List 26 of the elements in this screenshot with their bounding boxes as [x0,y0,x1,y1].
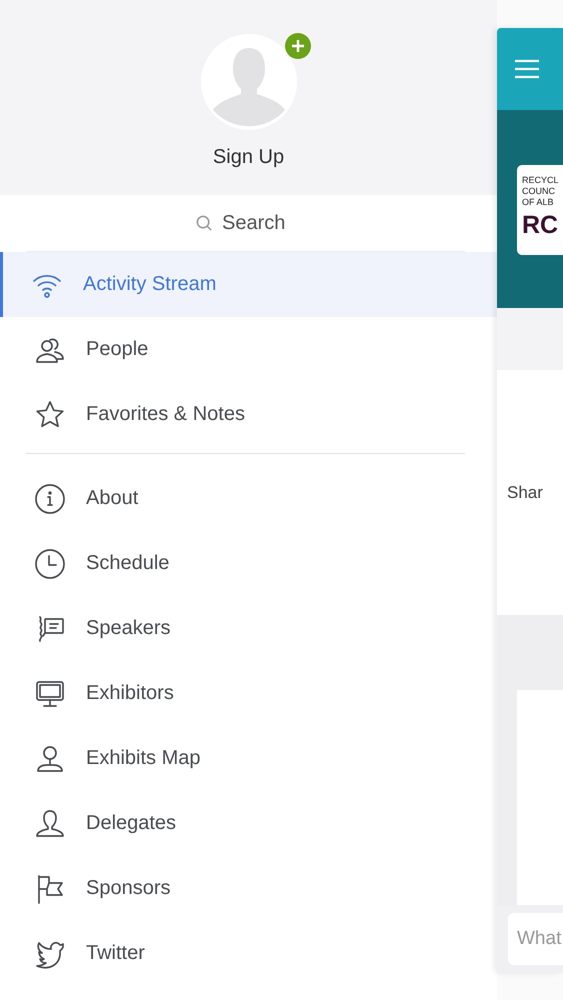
info-icon [34,482,66,514]
search-icon [195,214,214,232]
menu-item[interactable]: Delegates [0,791,497,856]
menu-item[interactable]: Favorites & Notes [0,382,497,447]
person-icon [34,808,66,840]
menu-icon[interactable] [514,59,540,79]
menu-item[interactable]: Exhibitors [0,661,497,726]
menu-item[interactable]: Exhibits Map [0,726,497,791]
menu-item[interactable]: Sponsors [0,856,497,921]
post-input-field[interactable]: What [508,913,563,965]
menu-item[interactable]: Schedule [0,531,497,596]
menu-item[interactable]: Twitter [0,921,497,986]
menu-item[interactable]: Speakers [0,596,497,661]
avatar-placeholder-icon[interactable] [200,34,296,130]
menu-item[interactable]: People [0,317,497,382]
clock-icon [34,548,66,580]
menu-item[interactable]: Activity Stream [0,252,497,317]
share-text: Shar [507,482,543,502]
add-photo-icon[interactable] [284,33,310,59]
logo-text: OF ALB [522,197,555,208]
logo-mark: RC [522,210,560,241]
logo-text: RECYCL [522,175,560,186]
logo-text: COUNC [522,186,556,197]
sign-up-link[interactable]: Sign Up [212,146,284,169]
search-field[interactable]: Search [222,212,296,234]
menu-item[interactable]: About [0,466,497,531]
